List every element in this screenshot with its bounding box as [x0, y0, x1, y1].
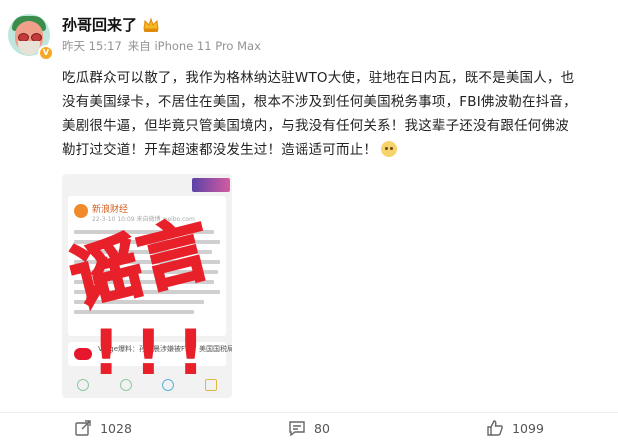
share-icon [75, 420, 91, 436]
source-logo-icon [74, 204, 88, 218]
username-row: 孙哥回来了 [62, 14, 160, 35]
post-image[interactable]: 新浪财经 22-3-10 10:09 来自微博 weibo.com Verge爆… [62, 174, 232, 398]
post-text: 吃瓜群众可以散了，我作为格林纳达驻WTO大使，驻地在日内瓦，既不是美国人，也没有… [62, 70, 577, 158]
username[interactable]: 孙哥回来了 [62, 14, 137, 35]
moments-icon [119, 379, 132, 391]
repost-button[interactable]: 1028 [0, 413, 206, 443]
embedded-toolbar [62, 372, 232, 398]
like-count: 1099 [512, 420, 544, 436]
embedded-post-card: 新浪财经 22-3-10 10:09 来自微博 weibo.com [68, 196, 226, 336]
comment-count: 80 [314, 420, 330, 436]
bookmark-icon [204, 379, 217, 391]
verified-badge-icon: V [38, 45, 54, 61]
repost-count: 1028 [100, 420, 132, 436]
like-button[interactable]: 1099 [412, 413, 618, 443]
weibo-logo-icon [74, 348, 92, 360]
embedded-news-card: Verge爆料：孙宇晨涉嫌被FBI、美国国税局调查 [68, 342, 232, 366]
post-source: 来自 iPhone 11 Pro Max [127, 39, 261, 53]
post-content: 吃瓜群众可以散了，我作为格林纳达驻WTO大使，驻地在日内瓦，既不是美国人，也没有… [62, 66, 582, 162]
crown-icon [143, 16, 159, 32]
comment-icon [289, 421, 305, 437]
post-meta: 昨天 15:17 来自 iPhone 11 Pro Max [62, 38, 261, 54]
banner-ad [192, 178, 230, 192]
thumbs-up-icon [487, 420, 503, 436]
action-bar: 1028 80 1099 [0, 412, 618, 443]
embedded-date: 22-3-10 10:09 来自微博 weibo.com [92, 216, 195, 223]
doge-emoji-icon [381, 141, 398, 157]
qq-icon [162, 379, 175, 391]
comment-button[interactable]: 80 [206, 413, 412, 443]
post-time[interactable]: 昨天 15:17 [62, 38, 122, 54]
wechat-icon [77, 379, 90, 391]
embedded-news-text: Verge爆料：孙宇晨涉嫌被FBI、美国国税局调查 [98, 345, 232, 353]
